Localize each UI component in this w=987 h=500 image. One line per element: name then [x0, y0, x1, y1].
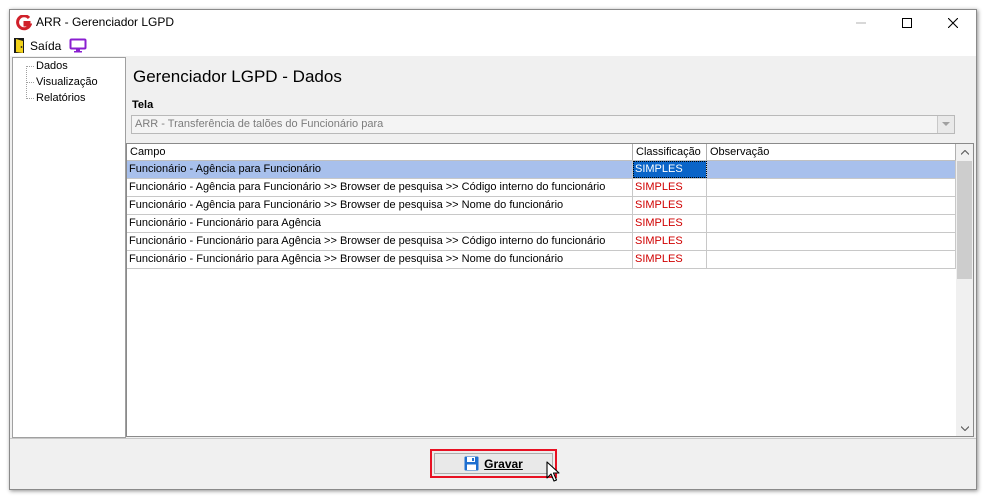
close-icon	[948, 18, 958, 28]
column-header-classificacao[interactable]: Classificação	[633, 144, 707, 160]
title-bar: ARR - Gerenciador LGPD	[10, 10, 976, 36]
cell-campo[interactable]: Funcionário - Agência para Funcionário	[127, 161, 633, 178]
exit-door-icon[interactable]	[13, 37, 26, 54]
tree-item-dados[interactable]: Dados	[36, 60, 68, 72]
cell-campo[interactable]: Funcionário - Funcionário para Agência >…	[127, 251, 633, 268]
cell-observacao[interactable]	[707, 233, 956, 250]
cell-classificacao[interactable]: SIMPLES	[633, 161, 707, 178]
cell-classificacao[interactable]: SIMPLES	[633, 179, 707, 196]
app-window: ARR - Gerenciador LGPD Saída Dados Visua…	[9, 9, 977, 490]
window-title: ARR - Gerenciador LGPD	[36, 15, 175, 29]
tree-connector	[26, 98, 34, 99]
maximize-icon	[902, 18, 912, 28]
table-row[interactable]: Funcionário - Agência para Funcionário >…	[127, 197, 956, 215]
grid-header: Campo Classificação Observação	[127, 144, 956, 161]
tree-item-relatorios[interactable]: Relatórios	[36, 92, 86, 104]
close-button[interactable]	[930, 10, 976, 36]
floppy-disk-icon	[464, 456, 479, 471]
cell-classificacao[interactable]: SIMPLES	[633, 215, 707, 232]
chevron-down-icon	[942, 122, 950, 126]
cell-campo[interactable]: Funcionário - Funcionário para Agência	[127, 215, 633, 232]
scroll-thumb[interactable]	[957, 161, 972, 279]
cell-campo[interactable]: Funcionário - Agência para Funcionário >…	[127, 179, 633, 196]
cell-observacao[interactable]	[707, 197, 956, 214]
scroll-down-button[interactable]	[956, 420, 973, 436]
minimize-button[interactable]	[838, 10, 884, 36]
chevron-down-icon	[960, 425, 969, 431]
minimize-icon	[856, 22, 866, 24]
cell-classificacao[interactable]: SIMPLES	[633, 233, 707, 250]
cell-observacao[interactable]	[707, 215, 956, 232]
cell-observacao[interactable]	[707, 179, 956, 196]
table-row[interactable]: Funcionário - Agência para Funcionário >…	[127, 179, 956, 197]
table-row[interactable]: Funcionário - Agência para Funcionário S…	[127, 161, 956, 179]
navigation-tree: Dados Visualização Relatórios	[12, 57, 126, 438]
exit-menu-item[interactable]: Saída	[30, 39, 61, 53]
vertical-scrollbar[interactable]	[956, 144, 973, 436]
fields-grid[interactable]: Campo Classificação Observação Funcionár…	[126, 143, 974, 437]
screen-select-dropdown-button[interactable]	[937, 116, 954, 133]
mouse-cursor-icon	[546, 461, 560, 482]
cell-observacao[interactable]	[707, 251, 956, 268]
cell-classificacao[interactable]: SIMPLES	[633, 251, 707, 268]
screen-select[interactable]: ARR - Transferência de talões do Funcion…	[131, 115, 955, 134]
cell-campo[interactable]: Funcionário - Funcionário para Agência >…	[127, 233, 633, 250]
save-button-label: Gravar	[484, 456, 523, 471]
column-header-campo[interactable]: Campo	[127, 144, 633, 160]
cell-classificacao[interactable]: SIMPLES	[633, 197, 707, 214]
save-button[interactable]: Gravar	[430, 449, 557, 478]
page-title: Gerenciador LGPD - Dados	[133, 67, 342, 86]
cell-campo[interactable]: Funcionário - Agência para Funcionário >…	[127, 197, 633, 214]
chevron-up-icon	[960, 149, 969, 155]
app-logo-icon	[16, 15, 32, 31]
tree-connector	[26, 66, 34, 67]
column-header-observacao[interactable]: Observação	[707, 144, 956, 160]
tree-item-visualizacao[interactable]: Visualização	[36, 76, 98, 88]
tree-connector	[26, 82, 34, 83]
table-row[interactable]: Funcionário - Funcionário para Agência S…	[127, 215, 956, 233]
maximize-button[interactable]	[884, 10, 930, 36]
scroll-up-button[interactable]	[956, 144, 973, 160]
screen-label: Tela	[132, 99, 154, 111]
menu-bar: Saída	[10, 36, 976, 56]
cell-observacao[interactable]	[707, 161, 956, 178]
monitor-icon[interactable]	[69, 38, 87, 53]
table-row[interactable]: Funcionário - Funcionário para Agência >…	[127, 233, 956, 251]
screen-select-value: ARR - Transferência de talões do Funcion…	[135, 118, 384, 130]
save-button-face[interactable]: Gravar	[434, 453, 553, 474]
table-row[interactable]: Funcionário - Funcionário para Agência >…	[127, 251, 956, 269]
footer-divider	[10, 438, 976, 439]
main-panel: Gerenciador LGPD - Dados Tela ARR - Tran…	[126, 57, 974, 437]
